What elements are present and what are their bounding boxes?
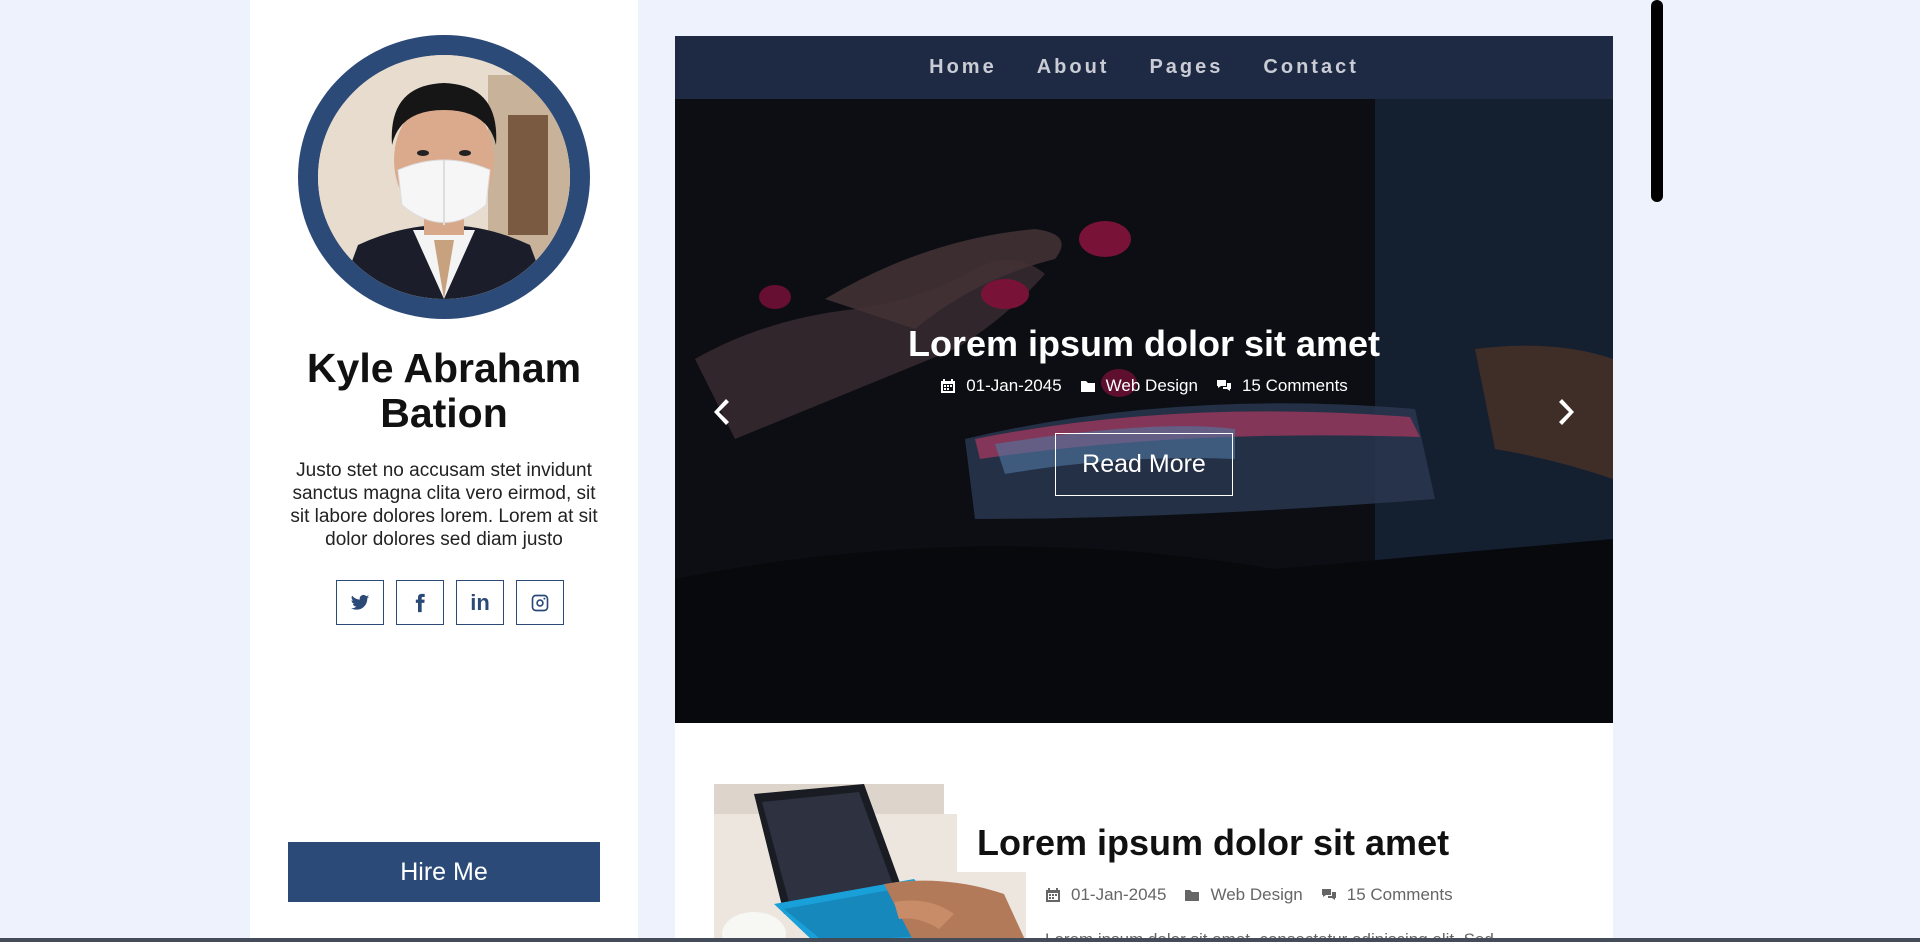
post-meta: 01-Jan-2045 Web Design 15 Comments (1045, 885, 1453, 905)
facebook-button[interactable] (396, 580, 444, 625)
comments-icon (1321, 889, 1336, 900)
linkedin-button[interactable]: in (456, 580, 504, 625)
post-category-text[interactable]: Web Design (1210, 885, 1302, 905)
linkedin-icon: in (470, 589, 490, 615)
carousel-next-button[interactable] (1553, 394, 1583, 430)
hero-image (675, 99, 1613, 723)
chevron-left-icon (714, 399, 729, 425)
post-date-text: 01-Jan-2045 (1071, 885, 1167, 904)
twitter-icon (350, 594, 370, 610)
main-content: Home About Pages Contact Lorem ipsum dol… (675, 36, 1613, 942)
nav-contact[interactable]: Contact (1263, 56, 1358, 79)
scrollbar-thumb[interactable] (1651, 0, 1663, 202)
bottom-edge (0, 938, 1920, 942)
nav-home[interactable]: Home (929, 56, 997, 79)
post-category[interactable]: Web Design (1184, 885, 1303, 905)
hero-meta: 01-Jan-2045 Web Design 15 Comments (675, 376, 1613, 396)
instagram-button[interactable] (516, 580, 564, 625)
social-links: in (336, 580, 564, 625)
folder-icon (1080, 381, 1095, 392)
post-date: 01-Jan-2045 (1045, 885, 1166, 905)
folder-icon (1185, 890, 1200, 901)
top-nav: Home About Pages Contact (675, 36, 1613, 99)
avatar-ring (298, 35, 590, 319)
avatar (318, 55, 570, 299)
hire-me-button[interactable]: Hire Me (288, 842, 600, 902)
calendar-icon (941, 379, 956, 393)
profile-name: Kyle Abraham Bation (306, 345, 582, 436)
hero-date-text: 01-Jan-2045 (966, 376, 1062, 395)
hero-comments-text[interactable]: 15 Comments (1242, 376, 1348, 396)
hero-category[interactable]: Web Design (1080, 376, 1198, 396)
hero-title: Lorem ipsum dolor sit amet (907, 323, 1381, 364)
hero-category-text[interactable]: Web Design (1106, 376, 1198, 396)
calendar-icon (1046, 888, 1060, 902)
hero-date: 01-Jan-2045 (940, 376, 1062, 396)
post-comments-text[interactable]: 15 Comments (1347, 885, 1453, 905)
comments-icon (1216, 380, 1231, 391)
read-more-button[interactable]: Read More (1055, 433, 1233, 496)
post-comments[interactable]: 15 Comments (1321, 885, 1453, 905)
profile-bio: Justo stet no accusam stet invidunt sanc… (290, 460, 598, 550)
carousel-prev-button[interactable] (705, 394, 735, 430)
avatar-photo (318, 55, 570, 299)
hero-carousel: Lorem ipsum dolor sit amet 01-Jan-2045 W… (675, 99, 1613, 723)
post-title[interactable]: Lorem ipsum dolor sit amet (957, 810, 1470, 872)
hero-comments[interactable]: 15 Comments (1216, 376, 1348, 396)
profile-sidebar: Kyle Abraham Bation Justo stet no accusa… (250, 0, 638, 942)
chevron-right-icon (1559, 399, 1574, 425)
nav-about[interactable]: About (1037, 56, 1110, 79)
facebook-icon (415, 593, 425, 612)
twitter-button[interactable] (336, 580, 384, 625)
instagram-icon (531, 594, 549, 611)
nav-pages[interactable]: Pages (1149, 56, 1223, 79)
